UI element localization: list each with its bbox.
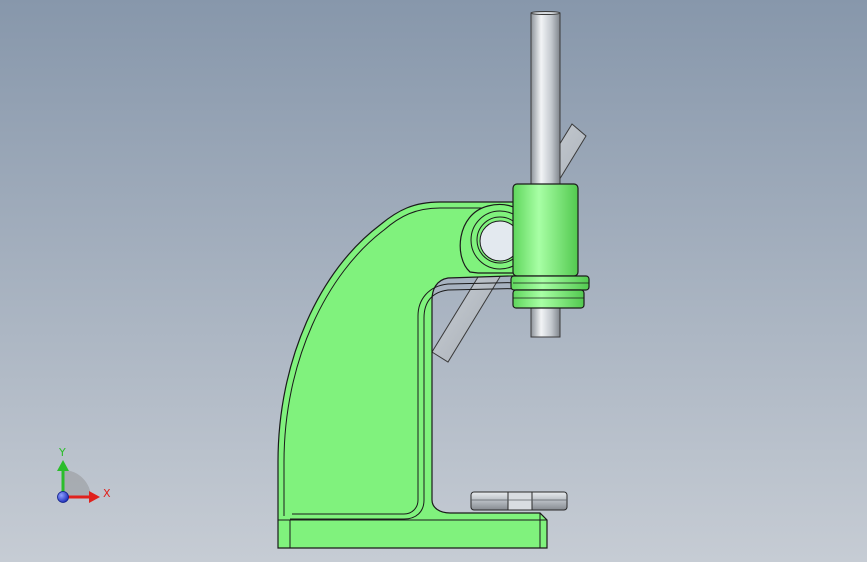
arbor-press-model-view[interactable]: Y X (0, 0, 867, 562)
anvil-plate[interactable] (470, 491, 568, 511)
graphics-viewport[interactable]: Y X (0, 0, 867, 562)
triad-y-label: Y (58, 446, 66, 459)
triad-x-label: X (103, 487, 111, 500)
ram-guide-collar[interactable] (510, 183, 590, 309)
triad-z-origin (57, 491, 69, 503)
